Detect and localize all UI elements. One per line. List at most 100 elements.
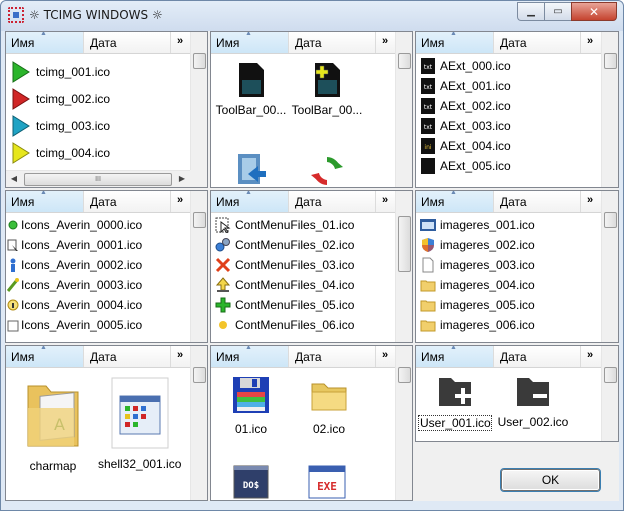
column-name[interactable]: ▲ Имя [416, 32, 494, 53]
icon-tile[interactable]: User_001.ico [418, 374, 492, 431]
more-columns-button[interactable]: » [173, 349, 187, 361]
horizontal-scrollbar[interactable]: ◀ III ▶ [6, 170, 190, 187]
column-date[interactable]: Дата [85, 191, 171, 212]
pane-2[interactable]: ▲ Имя Дата » ToolBar_00... ToolBar_00... [210, 31, 413, 188]
list-item[interactable]: imageres_005.ico [420, 295, 535, 315]
vertical-scrollbar[interactable] [601, 191, 618, 342]
more-columns-button[interactable]: » [378, 349, 392, 361]
column-date[interactable]: Дата [85, 32, 171, 53]
minimize-button[interactable]: ▁ [517, 2, 544, 21]
vertical-scrollbar[interactable] [190, 191, 207, 342]
column-date[interactable]: Дата [85, 346, 171, 367]
list-item[interactable]: imageres_003.ico [420, 255, 535, 275]
list-item[interactable]: ContMenuFiles_02.ico [215, 235, 354, 255]
app-icon[interactable] [8, 7, 24, 23]
icon-tile[interactable] [231, 152, 271, 187]
list-item[interactable]: txt AExt_002.ico [420, 96, 511, 116]
pane-4[interactable]: ▲ Имя Дата » Icons_Averin_0000.ico Icons_… [5, 190, 208, 343]
column-date[interactable]: Дата [290, 32, 376, 53]
column-name[interactable]: ▲ Имя [211, 346, 289, 367]
list-item[interactable]: imageres_001.ico [420, 215, 535, 235]
scrollbar-thumb[interactable] [398, 216, 411, 272]
icon-tile[interactable]: User_002.ico [496, 374, 570, 429]
more-columns-button[interactable]: » [173, 35, 187, 47]
more-columns-button[interactable]: » [378, 35, 392, 47]
list-item[interactable]: ContMenuFiles_05.ico [215, 295, 354, 315]
list-item[interactable]: ContMenuFiles_01.ico [215, 215, 354, 235]
column-date[interactable]: Дата [495, 346, 581, 367]
list-item[interactable]: txt AExt_003.ico [420, 116, 511, 136]
list-item[interactable]: tcimg_002.ico [10, 85, 110, 113]
list-item[interactable]: tcimg_003.ico [10, 112, 110, 140]
list-item[interactable]: tcimg_004.ico [10, 139, 110, 167]
icon-tile[interactable]: DO$ [229, 464, 273, 500]
more-columns-button[interactable]: » [583, 194, 597, 206]
more-columns-button[interactable]: » [583, 349, 597, 361]
column-name[interactable]: ▲ Имя [211, 191, 289, 212]
vertical-scrollbar[interactable] [190, 346, 207, 500]
vertical-scrollbar[interactable] [190, 32, 207, 171]
scrollbar-thumb[interactable] [604, 53, 617, 69]
vertical-scrollbar[interactable] [395, 32, 412, 187]
scroll-left-icon[interactable]: ◀ [6, 171, 22, 187]
list-item[interactable]: imageres_006.ico [420, 315, 535, 335]
vertical-scrollbar[interactable] [395, 346, 412, 500]
scrollbar-thumb[interactable]: III [24, 173, 172, 186]
list-item[interactable]: ContMenuFiles_04.ico [215, 275, 354, 295]
icon-tile[interactable]: EXE [305, 464, 349, 500]
scrollbar-thumb[interactable] [193, 212, 206, 228]
maximize-button[interactable]: ▭ [544, 2, 571, 21]
icon-tile[interactable]: A charmap [14, 378, 92, 473]
vertical-scrollbar[interactable] [601, 346, 618, 441]
column-name[interactable]: ▲ Имя [6, 346, 84, 367]
list-item[interactable]: tcimg_001.ico [10, 58, 110, 86]
icon-tile[interactable]: 01.ico [223, 376, 279, 436]
list-item[interactable]: txt AExt_000.ico [420, 56, 511, 76]
icon-tile[interactable]: 02.ico [301, 376, 357, 436]
column-date[interactable]: Дата [495, 32, 581, 53]
list-item[interactable]: Icons_Averin_0001.ico [7, 235, 142, 255]
icon-tile[interactable]: shell32_001.ico [98, 376, 181, 471]
scroll-right-icon[interactable]: ▶ [174, 171, 190, 187]
list-item[interactable]: Icons_Averin_0005.ico [7, 315, 142, 335]
more-columns-button[interactable]: » [378, 194, 392, 206]
list-item[interactable]: ContMenuFiles_06.ico [215, 315, 354, 335]
pane-3[interactable]: ▲ Имя Дата » txt AExt_000.ico txt AExt_001.… [415, 31, 619, 188]
list-item[interactable]: Icons_Averin_0004.ico [7, 295, 142, 315]
scrollbar-thumb[interactable] [604, 367, 617, 383]
more-columns-button[interactable]: » [583, 35, 597, 47]
scrollbar-thumb[interactable] [604, 212, 617, 228]
pane-1[interactable]: ▲ Имя Дата » tcimg_001.ico tcimg_002.ico … [5, 31, 208, 188]
list-item[interactable]: ini AExt_004.ico [420, 136, 511, 156]
more-columns-button[interactable]: » [173, 194, 187, 206]
column-name[interactable]: ▲ Имя [416, 191, 494, 212]
column-name[interactable]: ▲ Имя [211, 32, 289, 53]
column-name[interactable]: ▲ Имя [6, 32, 84, 53]
column-name[interactable]: ▲ Имя [6, 191, 84, 212]
list-item[interactable]: Icons_Averin_0000.ico [7, 215, 142, 235]
list-item[interactable]: Icons_Averin_0002.ico [7, 255, 142, 275]
icon-tile[interactable]: ToolBar_00... [215, 62, 287, 117]
list-item[interactable]: AExt_005.ico [420, 156, 511, 176]
column-date[interactable]: Дата [290, 346, 376, 367]
list-item[interactable]: imageres_004.ico [420, 275, 535, 295]
pane-9[interactable]: ▲ Имя Дата » User_001.ico User_002.ico [415, 345, 619, 442]
icon-tile[interactable] [307, 154, 347, 187]
list-item[interactable]: Icons_Averin_0003.ico [6, 275, 142, 295]
scrollbar-thumb[interactable] [193, 53, 206, 69]
column-date[interactable]: Дата [495, 191, 581, 212]
scrollbar-thumb[interactable] [193, 367, 206, 383]
pane-7[interactable]: ▲ Имя Дата » A charmap shell32_001.ico [5, 345, 208, 501]
pane-5[interactable]: ▲ Имя Дата » ContMenuFiles_01.ico ContMen… [210, 190, 413, 343]
ok-button[interactable]: OK [500, 468, 601, 492]
close-button[interactable]: ✕ [571, 2, 617, 21]
column-date[interactable]: Дата [290, 191, 376, 212]
scrollbar-thumb[interactable] [398, 53, 411, 69]
vertical-scrollbar[interactable] [395, 191, 412, 342]
list-item[interactable]: imageres_002.ico [420, 235, 535, 255]
icon-tile[interactable]: ToolBar_00... [289, 62, 365, 117]
list-item[interactable]: ContMenuFiles_03.ico [215, 255, 354, 275]
column-name[interactable]: ▲ Имя [416, 346, 494, 367]
title-bar[interactable]: ☼ TCIMG WINDOWS ☼ ▁ ▭ ✕ [1, 1, 623, 31]
pane-6[interactable]: ▲ Имя Дата » imageres_001.ico imageres_00… [415, 190, 619, 343]
